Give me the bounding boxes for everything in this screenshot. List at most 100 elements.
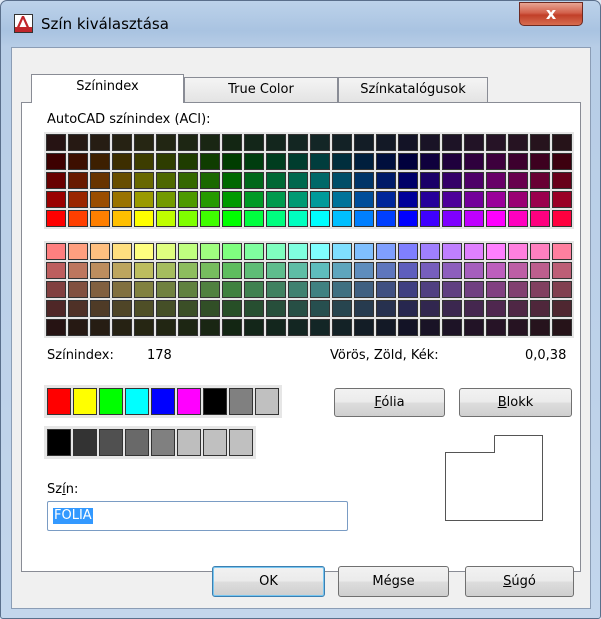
aci-color-swatch[interactable] [266, 319, 286, 336]
aci-color-swatch[interactable] [178, 172, 198, 189]
standard-color-swatch[interactable] [255, 388, 279, 415]
aci-color-swatch[interactable] [508, 300, 528, 317]
gray-shade-swatch[interactable] [73, 429, 97, 456]
aci-color-swatch[interactable] [310, 281, 330, 298]
aci-color-swatch[interactable] [112, 319, 132, 336]
aci-color-swatch[interactable] [354, 172, 374, 189]
aci-color-swatch[interactable] [156, 172, 176, 189]
aci-color-swatch[interactable] [464, 191, 484, 208]
standard-color-swatch[interactable] [73, 388, 97, 415]
aci-color-swatch[interactable] [332, 281, 352, 298]
gray-shade-swatch[interactable] [203, 429, 227, 456]
aci-color-grid-bottom[interactable] [44, 241, 574, 338]
aci-color-swatch[interactable] [178, 281, 198, 298]
aci-color-swatch[interactable] [46, 210, 66, 227]
aci-color-swatch[interactable] [156, 191, 176, 208]
aci-color-swatch[interactable] [46, 191, 66, 208]
aci-color-swatch[interactable] [222, 262, 242, 279]
aci-color-swatch[interactable] [266, 262, 286, 279]
aci-color-swatch[interactable] [244, 191, 264, 208]
aci-color-swatch[interactable] [244, 281, 264, 298]
aci-color-swatch[interactable] [310, 300, 330, 317]
aci-color-swatch[interactable] [530, 191, 550, 208]
aci-color-swatch[interactable] [332, 262, 352, 279]
aci-color-swatch[interactable] [288, 172, 308, 189]
ok-button[interactable]: OK [212, 566, 325, 597]
aci-color-swatch[interactable] [178, 191, 198, 208]
aci-color-swatch[interactable] [244, 262, 264, 279]
help-button[interactable]: Súgó [465, 566, 574, 597]
folia-button[interactable]: Fólia [334, 388, 445, 417]
aci-color-swatch[interactable] [288, 300, 308, 317]
aci-color-swatch[interactable] [398, 172, 418, 189]
aci-color-swatch[interactable] [486, 191, 506, 208]
aci-color-swatch[interactable] [508, 172, 528, 189]
standard-color-swatch[interactable] [177, 388, 201, 415]
aci-color-swatch[interactable] [442, 210, 462, 227]
aci-color-swatch[interactable] [266, 300, 286, 317]
aci-color-swatch[interactable] [442, 172, 462, 189]
aci-color-swatch[interactable] [200, 262, 220, 279]
aci-color-swatch[interactable] [244, 153, 264, 170]
aci-color-swatch[interactable] [354, 210, 374, 227]
aci-color-swatch[interactable] [222, 281, 242, 298]
aci-color-swatch[interactable] [552, 243, 572, 260]
aci-color-swatch[interactable] [508, 319, 528, 336]
aci-color-swatch[interactable] [68, 300, 88, 317]
aci-color-swatch[interactable] [530, 172, 550, 189]
aci-color-swatch[interactable] [68, 153, 88, 170]
aci-color-swatch[interactable] [508, 191, 528, 208]
aci-color-swatch[interactable] [464, 210, 484, 227]
tab-szinindex[interactable]: Színindex [31, 74, 184, 103]
aci-color-swatch[interactable] [200, 191, 220, 208]
aci-color-grid-top[interactable] [44, 132, 574, 229]
aci-color-swatch[interactable] [134, 300, 154, 317]
aci-color-swatch[interactable] [398, 281, 418, 298]
aci-color-swatch[interactable] [288, 281, 308, 298]
aci-color-swatch[interactable] [200, 300, 220, 317]
aci-color-swatch[interactable] [552, 210, 572, 227]
aci-color-swatch[interactable] [332, 300, 352, 317]
aci-color-swatch[interactable] [178, 243, 198, 260]
aci-color-swatch[interactable] [420, 210, 440, 227]
aci-color-swatch[interactable] [222, 300, 242, 317]
aci-color-swatch[interactable] [486, 134, 506, 151]
aci-color-swatch[interactable] [244, 172, 264, 189]
aci-color-swatch[interactable] [508, 134, 528, 151]
aci-color-swatch[interactable] [288, 134, 308, 151]
aci-color-swatch[interactable] [530, 300, 550, 317]
aci-color-swatch[interactable] [552, 134, 572, 151]
aci-color-swatch[interactable] [464, 319, 484, 336]
aci-color-swatch[interactable] [200, 134, 220, 151]
aci-color-swatch[interactable] [398, 191, 418, 208]
aci-color-swatch[interactable] [178, 134, 198, 151]
aci-color-swatch[interactable] [464, 300, 484, 317]
aci-color-swatch[interactable] [486, 243, 506, 260]
aci-color-swatch[interactable] [244, 300, 264, 317]
aci-color-swatch[interactable] [332, 172, 352, 189]
aci-color-swatch[interactable] [376, 300, 396, 317]
aci-color-swatch[interactable] [46, 134, 66, 151]
aci-color-swatch[interactable] [68, 281, 88, 298]
aci-color-swatch[interactable] [134, 319, 154, 336]
aci-color-swatch[interactable] [134, 172, 154, 189]
aci-color-swatch[interactable] [398, 300, 418, 317]
aci-color-swatch[interactable] [354, 262, 374, 279]
aci-color-swatch[interactable] [112, 281, 132, 298]
standard-color-swatch[interactable] [151, 388, 175, 415]
aci-color-swatch[interactable] [68, 191, 88, 208]
aci-color-swatch[interactable] [46, 262, 66, 279]
aci-color-swatch[interactable] [200, 243, 220, 260]
aci-color-swatch[interactable] [134, 243, 154, 260]
aci-color-swatch[interactable] [376, 172, 396, 189]
aci-color-swatch[interactable] [90, 153, 110, 170]
color-name-input[interactable]: FÓLIA [47, 501, 348, 531]
aci-color-swatch[interactable] [354, 153, 374, 170]
aci-color-swatch[interactable] [530, 210, 550, 227]
aci-color-swatch[interactable] [156, 319, 176, 336]
aci-color-swatch[interactable] [266, 281, 286, 298]
aci-color-swatch[interactable] [354, 134, 374, 151]
aci-color-swatch[interactable] [266, 210, 286, 227]
aci-color-swatch[interactable] [112, 210, 132, 227]
aci-color-swatch[interactable] [288, 262, 308, 279]
